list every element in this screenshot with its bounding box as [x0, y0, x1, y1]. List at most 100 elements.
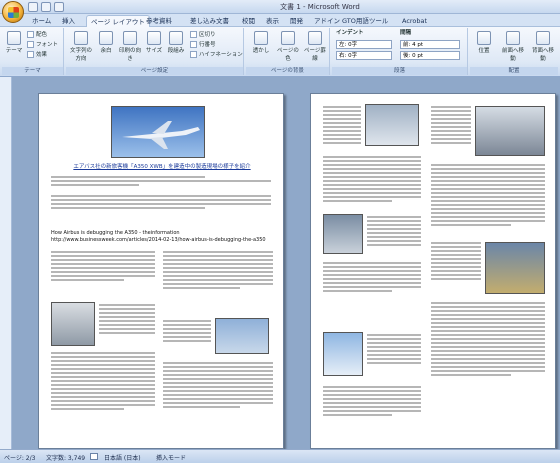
tab-view[interactable]: 表示 — [262, 15, 283, 27]
columns-button[interactable]: 段組み — [166, 31, 186, 59]
page-left[interactable]: エアバス社の新旅客機「A350 XWB」を建造中の製造現場の様子を紹介 How … — [38, 93, 284, 449]
tab-developer[interactable]: 開発 — [286, 15, 307, 27]
position-button[interactable]: 位置 — [472, 31, 496, 59]
arrange-group-label: 配置 — [470, 67, 558, 75]
page-background-group-label: ページの背景 — [246, 67, 329, 75]
factory-photo — [51, 302, 95, 346]
tab-gto-tool[interactable]: GTO用語ツール — [338, 15, 392, 27]
indent-right-field[interactable]: 右: 0字 — [336, 51, 392, 60]
fonts-button[interactable]: フォント — [27, 41, 58, 50]
redo-icon[interactable] — [54, 2, 64, 12]
line-numbers-icon — [190, 41, 197, 48]
theme-group: テーマ 配色 フォント 効果 テーマ — [2, 28, 64, 75]
undo-icon[interactable] — [41, 2, 51, 12]
word-count[interactable]: 文字数: 3,749 — [46, 453, 85, 462]
indent-title: インデント — [336, 30, 364, 36]
source-title: How Airbus is debugging the A350 - thein… — [51, 230, 180, 236]
orientation-icon — [123, 31, 137, 45]
right-col1-top — [323, 104, 361, 146]
tab-page-layout[interactable]: ページ レイアウト — [86, 15, 150, 27]
page-borders-button[interactable]: ページ罫線 — [303, 31, 327, 62]
position-icon — [477, 31, 491, 45]
spacing-title: 間隔 — [400, 30, 412, 36]
status-bar: ページ: 2/3 文字数: 3,749 日本語 (日本) 挿入モード — [0, 449, 560, 463]
column-left-text — [99, 302, 155, 336]
engine-photo — [475, 106, 545, 156]
source-link[interactable]: How Airbus is debugging the A350 - thein… — [51, 230, 273, 244]
tab-review[interactable]: 校閲 — [238, 15, 259, 27]
effects-icon — [27, 51, 34, 58]
colors-icon — [27, 31, 34, 38]
page-background-group: 透かし ページの色 ページ罫線 ページの背景 — [246, 28, 330, 75]
airbus-building-photo — [365, 104, 419, 146]
page-color-button[interactable]: ページの色 — [276, 31, 300, 62]
hyphenation-icon — [190, 51, 197, 58]
theme-group-label: テーマ — [2, 67, 63, 75]
column-right-lower — [163, 360, 273, 410]
breaks-icon — [190, 31, 197, 38]
office-button[interactable] — [2, 1, 24, 23]
page-borders-icon — [308, 31, 322, 45]
language-indicator[interactable]: 日本語 (日本) — [104, 453, 141, 462]
article-headline[interactable]: エアバス社の新旅客機「A350 XWB」を建造中の製造現場の様子を紹介 — [59, 162, 265, 170]
right-col1-bottom-text — [367, 332, 421, 366]
text-direction-icon — [74, 31, 88, 45]
save-icon[interactable] — [28, 2, 38, 12]
source-url: http://www.businessweek.com/articles/201… — [51, 237, 266, 243]
send-backward-icon — [536, 31, 550, 45]
vertical-ruler[interactable] — [0, 77, 12, 449]
columns-icon — [169, 31, 183, 45]
send-backward-button[interactable]: 背面へ移動 — [530, 31, 556, 62]
hangar-photo — [485, 242, 545, 294]
insert-mode-indicator[interactable]: 挿入モード — [156, 453, 186, 462]
watermark-icon — [254, 31, 268, 45]
document-workspace: エアバス社の新旅客機「A350 XWB」を建造中の製造現場の様子を紹介 How … — [12, 77, 560, 449]
breaks-button[interactable]: 区切り — [190, 31, 216, 40]
tab-home[interactable]: ホーム — [28, 15, 55, 27]
intro-text — [51, 174, 271, 211]
right-col1-mid — [323, 154, 421, 204]
tab-references[interactable]: 参考資料 — [142, 15, 176, 27]
cockpit-photo — [323, 214, 363, 254]
line-numbers-button[interactable]: 行番号 — [190, 41, 216, 50]
margins-button[interactable]: 余白 — [96, 31, 116, 59]
colors-button[interactable]: 配色 — [27, 31, 47, 40]
effects-button[interactable]: 効果 — [27, 51, 47, 60]
column-right — [163, 249, 273, 291]
airplane-icon — [122, 121, 200, 149]
fonts-icon — [27, 41, 34, 48]
column-left — [51, 249, 155, 283]
tab-acrobat[interactable]: Acrobat — [398, 15, 431, 27]
page-color-icon — [281, 31, 295, 45]
spacing-before-field[interactable]: 前: 4 pt — [400, 40, 460, 49]
indent-left-field[interactable]: 左: 0字 — [336, 40, 392, 49]
column-left-lower — [51, 350, 155, 412]
window-title: 文書 1 - Microsoft Word — [280, 3, 360, 11]
plane-runway-photo — [215, 318, 269, 354]
orientation-button[interactable]: 印刷の向き — [118, 31, 142, 62]
page-setup-group-label: ページ設定 — [66, 67, 243, 75]
title-bar: 文書 1 - Microsoft Word — [0, 0, 560, 14]
themes-button[interactable]: テーマ — [4, 31, 24, 59]
airplane-photo — [111, 106, 205, 158]
text-direction-button[interactable]: 文字列の方向 — [68, 31, 94, 62]
margins-icon — [99, 31, 113, 45]
right-col2-side-text — [431, 240, 481, 282]
proofing-icon[interactable] — [90, 453, 98, 460]
arrange-group: 位置 前面へ移動 背面へ移動 配置 — [470, 28, 558, 75]
spacing-after-field[interactable]: 後: 0 pt — [400, 51, 460, 60]
hyphenation-button[interactable]: ハイフネーション — [190, 51, 243, 60]
tab-mailings[interactable]: 差し込み文書 — [186, 15, 233, 27]
airplane-flight-photo — [323, 332, 363, 376]
right-col1-end — [323, 384, 421, 418]
watermark-button[interactable]: 透かし — [249, 31, 273, 59]
office-logo-icon — [8, 7, 19, 18]
page-indicator[interactable]: ページ: 2/3 — [4, 453, 35, 462]
size-button[interactable]: サイズ — [144, 31, 164, 59]
tab-insert[interactable]: 挿入 — [58, 15, 79, 27]
right-col2-lower — [431, 300, 545, 378]
page-right[interactable] — [310, 93, 556, 449]
ribbon-tabs: ホーム 挿入 ページ レイアウト 参考資料 差し込み文書 校閲 表示 開発 アド… — [0, 14, 560, 27]
bring-forward-button[interactable]: 前面へ移動 — [500, 31, 526, 62]
paragraph-group-label: 段落 — [332, 67, 467, 75]
